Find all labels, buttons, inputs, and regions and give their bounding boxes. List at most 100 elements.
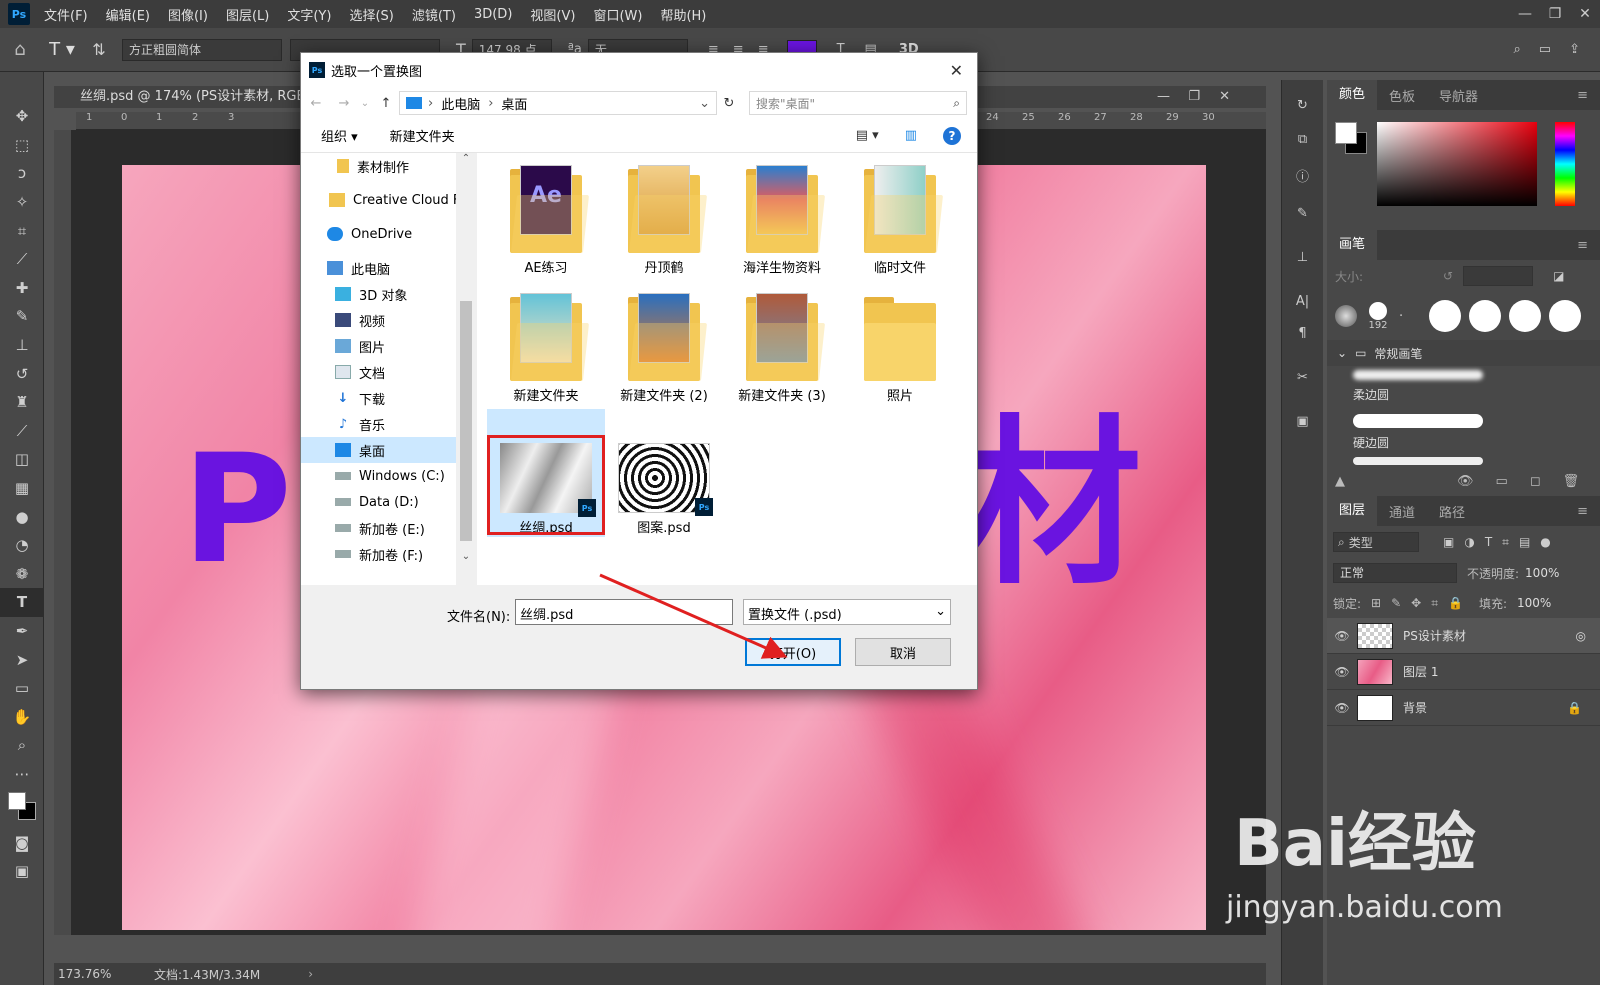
- nav-item[interactable]: 3D 对象: [301, 281, 476, 307]
- foreground-background-colors[interactable]: [0, 788, 43, 828]
- eyedropper-tool-icon[interactable]: ⟋: [0, 245, 44, 274]
- forward-arrow-icon[interactable]: →: [331, 96, 357, 111]
- up-arrow-icon[interactable]: ↑: [373, 96, 399, 111]
- menu-image[interactable]: 图像(I): [168, 5, 208, 24]
- folder-item[interactable]: Ae AE练习: [487, 153, 605, 281]
- pen-tool-icon[interactable]: ✒: [0, 617, 44, 646]
- 3d-panel-icon[interactable]: ⧉: [1282, 132, 1323, 166]
- info-panel-icon[interactable]: ⓘ: [1282, 166, 1323, 206]
- brush-settings-icon[interactable]: ✎: [1282, 206, 1323, 250]
- path-selection-tool-icon[interactable]: ➤: [0, 645, 44, 674]
- lock-position-icon[interactable]: ✥: [1411, 596, 1421, 610]
- lock-all-icon[interactable]: 🔒: [1448, 596, 1463, 610]
- crop-tool-icon[interactable]: ⌗: [0, 216, 44, 245]
- cancel-button[interactable]: 取消: [855, 638, 951, 666]
- character-panel-icon[interactable]: A|: [1282, 294, 1323, 326]
- adjustments-panel-icon[interactable]: ▣: [1282, 414, 1323, 458]
- nav-item[interactable]: 视频: [301, 307, 476, 333]
- clone-stamp-tool-icon[interactable]: ⊥: [0, 331, 44, 360]
- nav-scrollbar[interactable]: ⌃ ⌄: [456, 153, 476, 585]
- lasso-tool-icon[interactable]: ↄ: [0, 159, 44, 188]
- menu-help[interactable]: 帮助(H): [660, 5, 706, 24]
- brush-preset-soft[interactable]: [1335, 305, 1357, 327]
- preview-pane-icon[interactable]: ▥: [905, 128, 917, 143]
- layer-row[interactable]: 👁 图层 1: [1327, 654, 1600, 690]
- doc-minimize-icon[interactable]: —: [1157, 86, 1170, 108]
- gradient-tool-icon[interactable]: ▦: [0, 474, 44, 503]
- font-family-select[interactable]: 方正粗圆简体: [122, 38, 282, 61]
- nav-item[interactable]: OneDrive: [301, 221, 476, 247]
- type-tool-icon[interactable]: T ▾: [40, 39, 84, 60]
- rectangle-tool-icon[interactable]: ▭: [0, 674, 44, 703]
- foreground-color-swatch[interactable]: [8, 792, 26, 811]
- opacity-field[interactable]: 100%: [1525, 566, 1559, 580]
- filter-toggle-icon[interactable]: ●: [1540, 535, 1550, 549]
- refresh-icon[interactable]: ↻: [717, 96, 741, 111]
- nav-item[interactable]: Windows (C:): [301, 463, 476, 489]
- paragraph-panel-icon[interactable]: ¶: [1282, 326, 1323, 370]
- hue-slider[interactable]: [1555, 122, 1575, 206]
- more-tools-icon[interactable]: ⋯: [0, 760, 44, 789]
- tab-layers[interactable]: 图层: [1327, 496, 1378, 526]
- search-icon[interactable]: ⌕: [953, 96, 960, 111]
- new-brush-icon[interactable]: ◻: [1530, 474, 1541, 489]
- type-tool-icon[interactable]: T: [0, 588, 44, 617]
- folder-item[interactable]: 新建文件夹 (2): [605, 281, 723, 409]
- share-icon[interactable]: ⇪: [1569, 42, 1580, 57]
- folder-item[interactable]: 照片: [841, 281, 959, 409]
- filename-input[interactable]: 丝绸.psd: [515, 599, 733, 625]
- chevron-down-icon[interactable]: ⌄: [1337, 346, 1347, 360]
- folder-item[interactable]: 海洋生物资料: [723, 153, 841, 281]
- menu-type[interactable]: 文字(Y): [287, 5, 331, 24]
- filter-type-icon[interactable]: T: [1485, 535, 1492, 549]
- nav-item[interactable]: 素材制作: [301, 153, 476, 179]
- breadcrumb-desktop[interactable]: 桌面: [501, 94, 527, 113]
- visibility-eye-icon[interactable]: 👁: [1327, 629, 1357, 643]
- chevron-down-icon[interactable]: ⌄: [699, 96, 710, 111]
- brush-group-label[interactable]: 常规画笔: [1374, 345, 1422, 362]
- scroll-thumb[interactable]: [460, 301, 472, 541]
- lock-transparent-icon[interactable]: ⊞: [1371, 596, 1381, 610]
- scroll-up-icon[interactable]: ⌃: [456, 153, 476, 171]
- delete-icon[interactable]: 🗑: [1563, 474, 1580, 489]
- back-arrow-icon[interactable]: ←: [301, 96, 331, 111]
- folder-item[interactable]: 丹顶鹤: [605, 153, 723, 281]
- layer-row[interactable]: 👁 背景 🔒: [1327, 690, 1600, 726]
- view-options-icon[interactable]: ▤ ▾: [856, 128, 879, 143]
- mixer-brush-icon[interactable]: ⟋: [0, 417, 44, 446]
- layer-row[interactable]: 👁 PS设计素材 ◎: [1327, 618, 1600, 654]
- nav-item[interactable]: ♪ 音乐: [301, 411, 476, 437]
- breadcrumb-pc[interactable]: 此电脑: [441, 94, 480, 113]
- move-tool-icon[interactable]: ✥: [0, 102, 44, 131]
- brush-preset-192[interactable]: 192: [1365, 301, 1391, 331]
- history-panel-icon[interactable]: ↻: [1282, 98, 1323, 132]
- history-brush-tool-icon[interactable]: ↺: [0, 359, 44, 388]
- folder-item[interactable]: 临时文件: [841, 153, 959, 281]
- filter-adjustment-icon[interactable]: ◑: [1464, 535, 1474, 549]
- nav-item[interactable]: Creative Cloud F: [301, 187, 476, 213]
- menu-select[interactable]: 选择(S): [349, 5, 393, 24]
- status-arrow-icon[interactable]: ›: [308, 967, 313, 981]
- psd-file-item[interactable]: Ps 图案.psd: [605, 409, 723, 537]
- filter-shape-icon[interactable]: ⌗: [1502, 535, 1509, 550]
- doc-restore-icon[interactable]: ❐: [1188, 86, 1200, 108]
- layer-filter-select[interactable]: ⌕ 类型: [1333, 532, 1419, 552]
- visibility-toggle-icon[interactable]: 👁: [1457, 474, 1474, 489]
- workspace-icon[interactable]: ▭: [1539, 42, 1551, 57]
- layer-name[interactable]: PS设计素材: [1403, 627, 1466, 644]
- marquee-tool-icon[interactable]: ⬚: [0, 131, 44, 160]
- menu-3d[interactable]: 3D(D): [474, 7, 512, 22]
- text-orientation-icon[interactable]: ⇅: [84, 40, 114, 59]
- zoom-level[interactable]: 173.76%: [58, 967, 154, 981]
- dialog-close-icon[interactable]: ✕: [950, 61, 963, 80]
- brush-size-slider[interactable]: ▲: [1335, 474, 1345, 489]
- clone-source-icon[interactable]: ⊥: [1282, 250, 1323, 294]
- filetype-select[interactable]: 置换文件 (.psd) ⌄: [743, 599, 951, 625]
- brush-preset-hard-3[interactable]: [1509, 300, 1541, 332]
- dodge-tool-icon[interactable]: ◔: [0, 531, 44, 560]
- lock-image-icon[interactable]: ✎: [1391, 596, 1401, 610]
- panel-menu-icon[interactable]: ≡: [1565, 504, 1600, 519]
- address-bar[interactable]: › 此电脑 › 桌面 ⌄: [399, 91, 717, 115]
- panel-menu-icon[interactable]: ≡: [1565, 238, 1600, 253]
- menu-file[interactable]: 文件(F): [44, 5, 88, 24]
